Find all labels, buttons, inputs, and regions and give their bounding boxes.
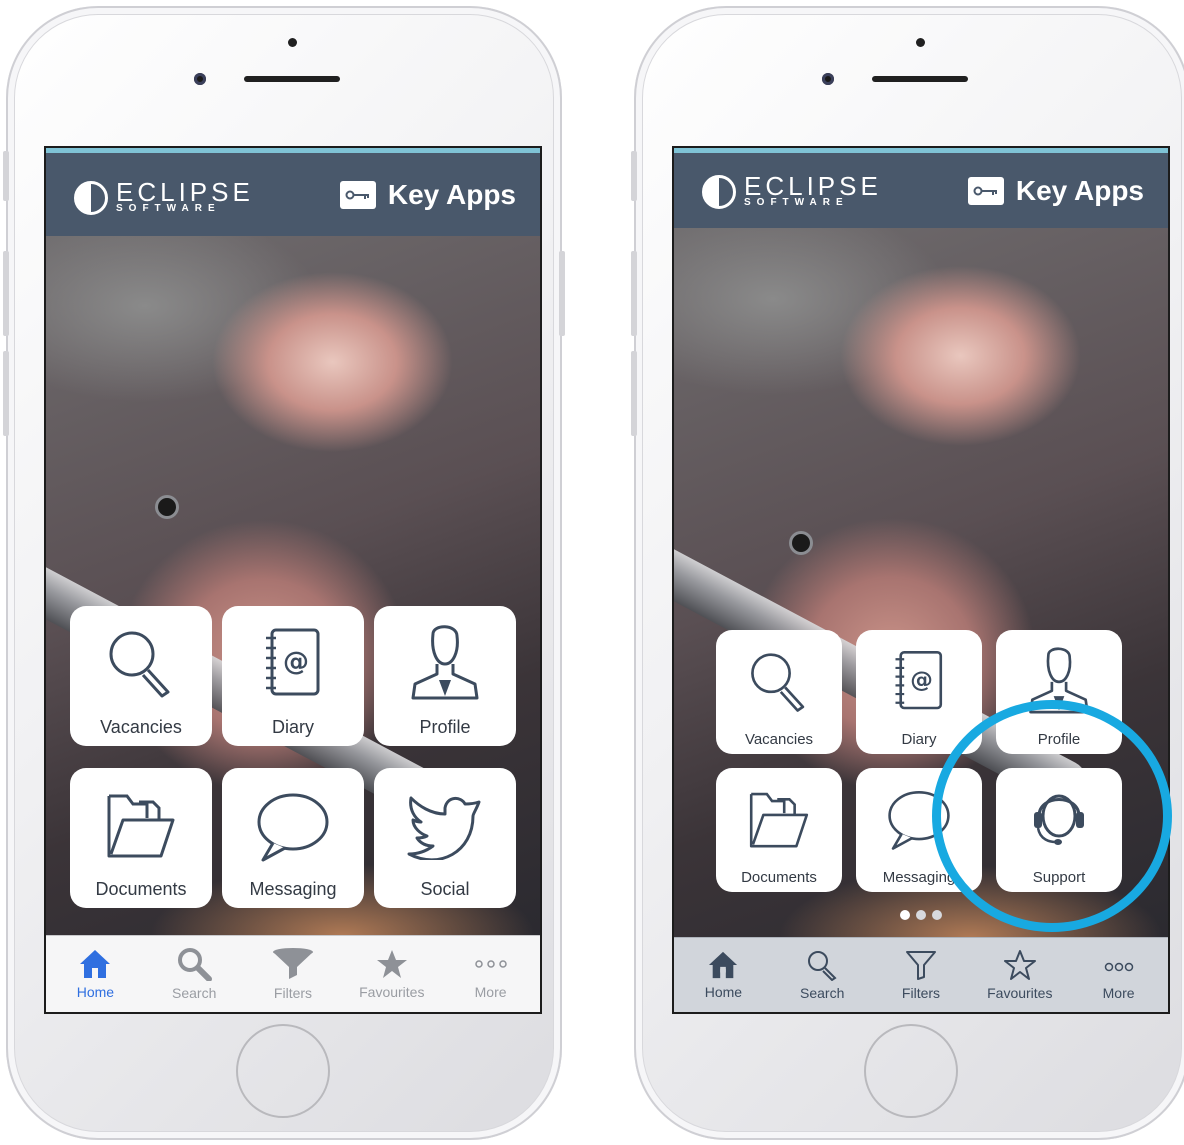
key-icon bbox=[339, 181, 376, 209]
home-button[interactable] bbox=[864, 1024, 958, 1118]
tile-profile[interactable]: Profile bbox=[374, 606, 516, 746]
key-icon bbox=[967, 177, 1004, 205]
tab-search[interactable]: Search bbox=[145, 936, 244, 1012]
speech-bubble-icon bbox=[257, 793, 329, 862]
tab-label: More bbox=[1102, 985, 1135, 1001]
earpiece-speaker bbox=[244, 76, 340, 82]
more-icon bbox=[1104, 962, 1133, 972]
volume-up-button bbox=[631, 251, 637, 336]
earpiece-speaker bbox=[872, 76, 968, 82]
twitter-bird-icon bbox=[407, 796, 481, 860]
tab-home[interactable]: Home bbox=[46, 936, 145, 1012]
svg-text:@: @ bbox=[910, 667, 933, 693]
page-dot bbox=[916, 910, 926, 920]
key-apps-brand: Key Apps bbox=[339, 179, 516, 211]
tile-label: Vacancies bbox=[100, 717, 182, 737]
front-camera bbox=[822, 73, 834, 85]
filter-icon bbox=[905, 951, 936, 980]
eclipse-logo: ECLIPSE SOFTWARE bbox=[74, 177, 254, 215]
tab-home[interactable]: Home bbox=[674, 938, 773, 1012]
tab-search[interactable]: Search bbox=[773, 938, 872, 1012]
tab-favourites[interactable]: Favourites bbox=[342, 936, 441, 1012]
tab-favourites[interactable]: Favourites bbox=[970, 938, 1069, 1012]
volume-down-button bbox=[3, 351, 9, 436]
tile-messaging[interactable]: Messaging bbox=[222, 768, 364, 908]
phone-right: ECLIPSE SOFTWARE Key Apps Vacancies @ Di… bbox=[631, 6, 1184, 1140]
logo-name: ECLIPSE bbox=[744, 171, 882, 201]
folder-icon bbox=[107, 794, 175, 858]
eclipse-logo: ECLIPSE SOFTWARE bbox=[702, 171, 882, 209]
tab-label: Home bbox=[704, 984, 743, 1000]
address-book-icon: @ bbox=[895, 650, 943, 710]
mute-switch bbox=[3, 151, 9, 201]
tab-bar: Home Search Filters Favourites More bbox=[674, 937, 1168, 1012]
front-camera bbox=[194, 73, 206, 85]
home-icon bbox=[709, 951, 738, 979]
search-icon bbox=[808, 951, 837, 981]
tab-bar: Home Search Filters Favourites More bbox=[46, 935, 540, 1012]
volume-up-button bbox=[3, 251, 9, 336]
more-icon bbox=[474, 960, 507, 968]
tab-label: More bbox=[474, 984, 507, 1000]
tab-filters[interactable]: Filters bbox=[244, 936, 343, 1012]
tile-documents[interactable]: Documents bbox=[70, 768, 212, 908]
tab-label: Search bbox=[800, 985, 845, 1001]
star-outline-icon bbox=[1003, 950, 1036, 980]
tile-label: Messaging bbox=[249, 879, 337, 899]
screen: ECLIPSE SOFTWARE Key Apps Vacancies @ Di… bbox=[44, 146, 542, 1014]
tile-diary[interactable]: @ Diary bbox=[222, 606, 364, 746]
home-button[interactable] bbox=[236, 1024, 330, 1118]
home-icon bbox=[80, 950, 111, 978]
proximity-sensor bbox=[288, 38, 297, 47]
tile-documents[interactable]: Documents bbox=[716, 768, 842, 892]
search-icon bbox=[178, 948, 213, 981]
tab-label: Favourites bbox=[359, 984, 425, 1000]
photo-headphone-jack bbox=[792, 534, 810, 552]
eclipse-logo-icon bbox=[702, 175, 736, 209]
tile-label: Documents bbox=[95, 879, 187, 899]
eclipse-logo-icon bbox=[74, 181, 108, 215]
person-icon bbox=[411, 625, 479, 700]
tab-more[interactable]: More bbox=[1069, 938, 1168, 1012]
support-highlight-circle bbox=[932, 700, 1172, 932]
filter-icon bbox=[272, 948, 313, 979]
tab-more[interactable]: More bbox=[441, 936, 540, 1012]
tab-label: Home bbox=[76, 984, 115, 1000]
tile-vacancies[interactable]: Vacancies bbox=[716, 630, 842, 754]
app-header: ECLIPSE SOFTWARE Key Apps bbox=[46, 148, 540, 236]
tile-label: Profile bbox=[419, 717, 471, 737]
mute-switch bbox=[631, 151, 637, 201]
key-apps-brand: Key Apps bbox=[967, 175, 1144, 207]
tab-label: Filters bbox=[273, 985, 313, 1001]
tab-filters[interactable]: Filters bbox=[872, 938, 971, 1012]
phone-left: ECLIPSE SOFTWARE Key Apps Vacancies @ Di… bbox=[3, 6, 565, 1140]
tile-label: Documents bbox=[741, 869, 817, 886]
power-button bbox=[559, 251, 565, 336]
app-title: Key Apps bbox=[387, 179, 516, 210]
tile-label: Diary bbox=[271, 717, 314, 737]
tab-label: Search bbox=[172, 985, 217, 1001]
star-icon bbox=[376, 950, 407, 978]
tab-label: Favourites bbox=[987, 985, 1053, 1001]
address-book-icon: @ bbox=[266, 628, 320, 696]
app-title: Key Apps bbox=[1015, 175, 1144, 206]
tile-label: Social bbox=[420, 879, 470, 899]
page-dot bbox=[932, 910, 942, 920]
tile-diary[interactable]: @ Diary bbox=[856, 630, 982, 754]
logo-name: ECLIPSE bbox=[116, 177, 254, 207]
tab-label: Filters bbox=[901, 985, 941, 1001]
tile-label: Vacancies bbox=[744, 731, 814, 748]
proximity-sensor bbox=[916, 38, 925, 47]
page-dot bbox=[900, 910, 910, 920]
app-header: ECLIPSE SOFTWARE Key Apps bbox=[674, 148, 1168, 228]
volume-down-button bbox=[631, 351, 637, 436]
tile-vacancies[interactable]: Vacancies bbox=[70, 606, 212, 746]
svg-text:@: @ bbox=[283, 647, 309, 677]
magnifier-icon bbox=[109, 631, 170, 698]
tile-social[interactable]: Social bbox=[374, 768, 516, 908]
photo-headphone-jack bbox=[158, 498, 176, 516]
magnifier-icon bbox=[751, 653, 805, 712]
folder-icon bbox=[749, 792, 809, 848]
